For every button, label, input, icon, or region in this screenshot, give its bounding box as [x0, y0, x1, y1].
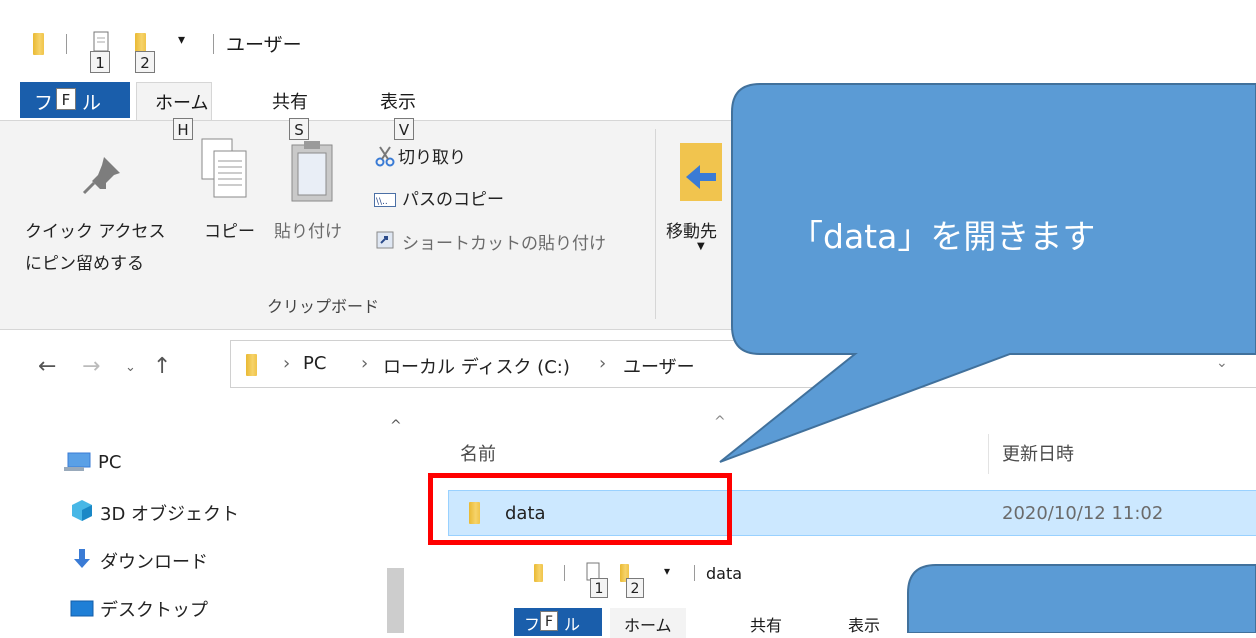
- callout-text: 「data」を開きます: [790, 217, 1096, 256]
- callout-bubble: [719, 83, 1256, 633]
